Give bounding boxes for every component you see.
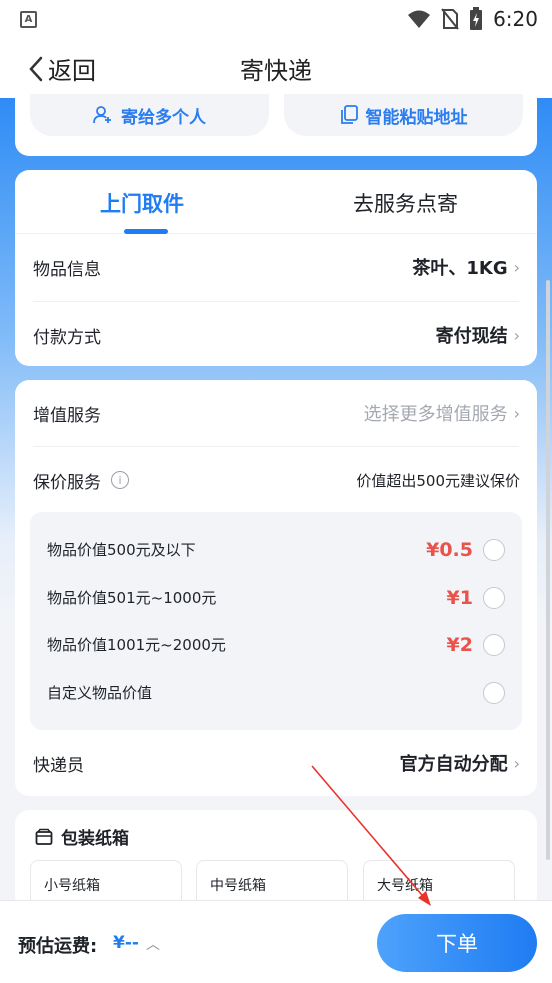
- courier-row[interactable]: 快递员 官方自动分配 ›: [15, 730, 537, 796]
- insurance-label: 保价服务: [33, 472, 101, 493]
- packaging-title: 包装纸箱: [35, 824, 129, 849]
- item-info-row[interactable]: 物品信息 茶叶、1KG ›: [15, 234, 537, 300]
- value-added-placeholder: 选择更多增值服务: [363, 404, 508, 425]
- item-info-value: 茶叶、1KG: [412, 258, 508, 279]
- info-icon[interactable]: i: [111, 471, 129, 489]
- option-price: ¥0.5: [426, 538, 473, 561]
- quick-actions-card: 寄给多个人 智能粘贴地址: [15, 94, 537, 156]
- payment-value: 寄付现结: [435, 326, 508, 347]
- option-radio[interactable]: [483, 633, 505, 656]
- no-sim-icon: [441, 8, 459, 30]
- option-price: ¥1: [446, 586, 473, 609]
- insurance-row: 保价服务 i 价值超出500元建议保价: [15, 447, 537, 513]
- fee-value: ¥--: [113, 933, 139, 953]
- multi-send-button[interactable]: 寄给多个人: [30, 94, 269, 136]
- page-title: 寄快递: [240, 57, 312, 85]
- option-label: 物品价值501元~1000元: [47, 589, 217, 607]
- status-time: 6:20: [493, 7, 538, 31]
- value-added-row[interactable]: 增值服务 选择更多增值服务 ›: [15, 380, 537, 446]
- courier-value: 官方自动分配: [399, 754, 508, 775]
- item-info-label: 物品信息: [33, 259, 101, 280]
- status-bar: A 6:20: [0, 0, 552, 38]
- fee-label: 预估运费:: [18, 936, 98, 957]
- insurance-options: 物品价值500元及以下 ¥0.5 物品价值501元~1000元 ¥1 物品价值1…: [30, 512, 522, 730]
- option-label: 物品价值1001元~2000元: [47, 636, 226, 654]
- wifi-icon: [408, 10, 431, 28]
- chevron-right-icon: ›: [513, 753, 520, 773]
- insurance-option[interactable]: 物品价值501元~1000元 ¥1: [30, 574, 522, 621]
- packaging-card: 包装纸箱 小号纸箱 中号纸箱 大号纸箱: [15, 810, 537, 910]
- app-notification-icon: A: [20, 10, 37, 28]
- chevron-right-icon: ›: [513, 257, 520, 277]
- option-radio[interactable]: [483, 681, 505, 704]
- payment-row[interactable]: 付款方式 寄付现结 ›: [15, 302, 537, 368]
- insurance-option[interactable]: 自定义物品价值: [30, 669, 522, 716]
- chevron-right-icon: ›: [513, 325, 520, 345]
- value-added-card: 增值服务 选择更多增值服务 › 保价服务 i 价值超出500元建议保价 物品价值…: [15, 380, 537, 796]
- copy-icon: [340, 105, 358, 124]
- tab-door-pickup[interactable]: 上门取件: [100, 188, 184, 218]
- multi-send-label: 寄给多个人: [121, 107, 206, 128]
- shipping-info-card: 上门取件 去服务点寄 物品信息 茶叶、1KG › 付款方式 寄付现结 ›: [15, 170, 537, 366]
- courier-label: 快递员: [33, 755, 84, 776]
- insurance-note: 价值超出500元建议保价: [356, 471, 520, 490]
- box-icon: [35, 828, 53, 845]
- order-footer: 预估运费: ¥-- ︿ 下单: [0, 900, 552, 983]
- payment-label: 付款方式: [33, 327, 101, 348]
- pickup-tabs: 上门取件 去服务点寄: [15, 170, 537, 234]
- scrollbar[interactable]: [546, 280, 550, 860]
- chevron-up-icon[interactable]: ︿: [146, 934, 160, 954]
- battery-charging-icon: [470, 7, 483, 30]
- smart-paste-button[interactable]: 智能粘贴地址: [284, 94, 523, 136]
- option-price: ¥2: [446, 633, 473, 656]
- option-label: 物品价值500元及以下: [47, 541, 196, 559]
- chevron-right-icon: ›: [513, 403, 520, 423]
- tab-service-point[interactable]: 去服务点寄: [353, 188, 458, 218]
- option-radio[interactable]: [483, 586, 505, 609]
- value-added-label: 增值服务: [33, 405, 101, 426]
- option-radio[interactable]: [483, 538, 505, 561]
- insurance-option[interactable]: 物品价值1001元~2000元 ¥2: [30, 621, 522, 668]
- add-person-icon: [93, 106, 111, 124]
- packaging-title-text: 包装纸箱: [61, 829, 129, 849]
- smart-paste-label: 智能粘贴地址: [365, 107, 468, 128]
- option-label: 自定义物品价值: [47, 684, 153, 702]
- nav-bar: 返回 寄快递: [0, 38, 552, 98]
- place-order-button[interactable]: 下单: [377, 914, 537, 972]
- insurance-option[interactable]: 物品价值500元及以下 ¥0.5: [30, 526, 522, 573]
